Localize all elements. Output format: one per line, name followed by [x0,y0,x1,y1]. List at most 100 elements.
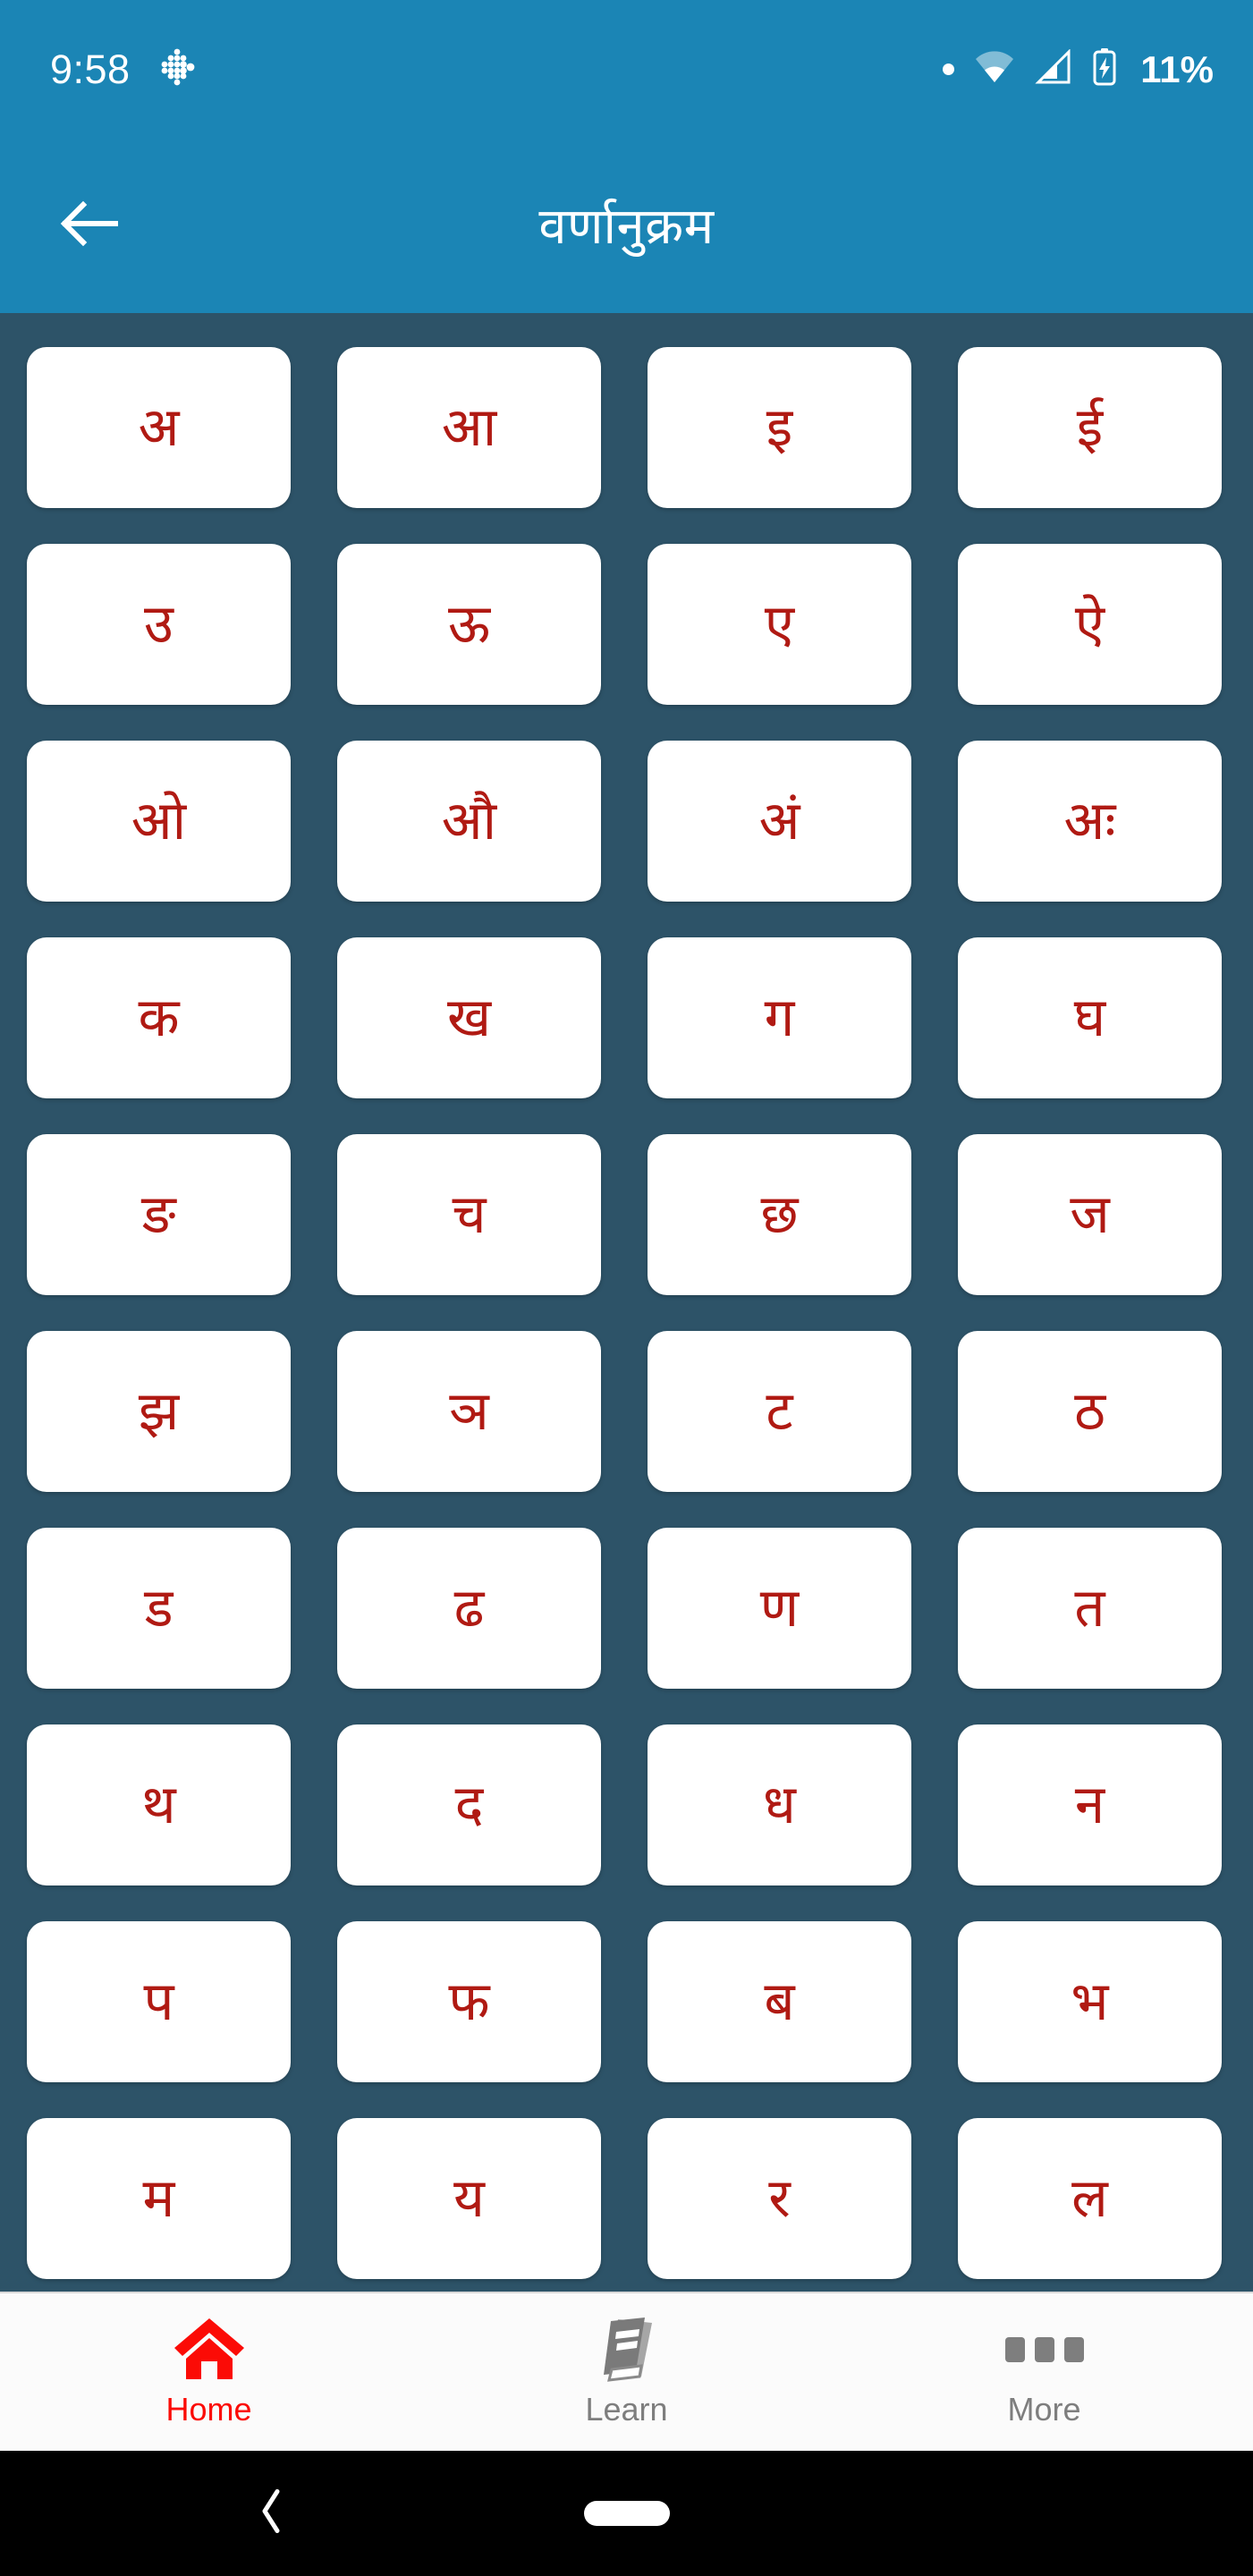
letter-card[interactable]: च [337,1134,601,1295]
fitbit-icon [157,47,197,91]
letter-card[interactable]: आ [337,347,601,508]
nav-label-home: Home [165,2391,252,2428]
letter-card[interactable]: इ [648,347,911,508]
letter-card[interactable]: घ [958,937,1222,1098]
letter-card-label: ञ [449,1381,489,1441]
letter-card[interactable]: झ [27,1331,291,1492]
home-icon [171,2313,248,2386]
gesture-home-pill[interactable] [583,2501,670,2526]
letter-card[interactable]: ध [648,1724,911,1885]
letter-card-label: ए [764,594,795,654]
letter-card[interactable]: र [648,2118,911,2279]
letter-card-label: ज [1070,1184,1110,1244]
letter-card-label: झ [138,1381,180,1441]
phone-screen: 9:58 11% वर्णानुक्रम अ आ इ ई उ ऊ ए ऐ ओ औ… [0,0,1253,2576]
letter-card-label: त [1074,1578,1105,1638]
letter-card-label: ण [759,1578,800,1638]
letter-card-label: भ [1071,1971,1109,2031]
letter-card[interactable]: त [958,1528,1222,1689]
letter-card-label: थ [141,1775,176,1835]
letter-card-label: आ [441,397,497,457]
letter-card-label: ढ [453,1578,485,1638]
letter-card[interactable]: औ [337,741,601,902]
battery-charging-icon [1092,47,1117,91]
letter-card-label: न [1074,1775,1105,1835]
letter-card[interactable]: ए [648,544,911,705]
letter-card[interactable]: फ [337,1921,601,2082]
letter-card-label: छ [760,1184,799,1244]
letter-card[interactable]: छ [648,1134,911,1295]
letter-card-label: ड [144,1578,174,1638]
status-bar-clock: 9:58 [50,46,131,92]
letter-card[interactable]: ङ [27,1134,291,1295]
letter-card[interactable]: ल [958,2118,1222,2279]
page-title: वर्णानुक्रम [538,197,715,254]
letter-card[interactable]: ड [27,1528,291,1689]
letter-card-label: ङ [141,1184,176,1244]
letter-card[interactable]: ठ [958,1331,1222,1492]
nav-item-home[interactable]: Home [0,2293,418,2426]
status-bar-left: 9:58 [50,47,197,93]
letter-card[interactable]: ञ [337,1331,601,1492]
letter-card[interactable]: उ [27,544,291,705]
letter-card[interactable]: अः [958,741,1222,902]
letter-card[interactable]: अं [648,741,911,902]
letter-card[interactable]: प [27,1921,291,2082]
letter-card-label: च [452,1184,487,1244]
letter-card-label: ब [764,1971,795,2031]
letter-card-label: फ [448,1971,490,2031]
system-gesture-bar [0,2451,1253,2576]
letter-card[interactable]: ब [648,1921,911,2082]
nav-label-more: More [1007,2391,1081,2428]
book-icon [591,2313,663,2386]
letter-card[interactable]: ई [958,347,1222,508]
dot-indicator-icon [943,64,955,75]
letter-card-label: प [143,1971,174,2031]
letter-card[interactable]: ण [648,1528,911,1689]
status-bar-right: 11% [943,47,1214,91]
letter-grid-scroll-area[interactable]: अ आ इ ई उ ऊ ए ऐ ओ औ अं अः क ख ग घ ङ च छ ज झ ञ ट ठ ड ढ ण त थ द ध न प फ ब भ म य… [0,313,1253,2292]
letter-card-label: ख [446,987,492,1047]
letter-card-label: अः [1063,791,1116,851]
wifi-icon [974,49,1015,89]
letter-card-label: ठ [1074,1381,1105,1441]
letter-card[interactable]: ज [958,1134,1222,1295]
letter-card[interactable]: ओ [27,741,291,902]
nav-item-more[interactable]: More [835,2293,1253,2426]
letter-card[interactable]: क [27,937,291,1098]
letter-card[interactable]: ऐ [958,544,1222,705]
letter-card-label: ऐ [1074,594,1105,654]
letter-card[interactable]: ट [648,1331,911,1492]
letter-card[interactable]: ख [337,937,601,1098]
letter-card[interactable]: अ [27,347,291,508]
nav-item-learn[interactable]: Learn [418,2293,835,2426]
letter-card-label: औ [441,791,497,851]
letter-card-label: ट [766,1381,793,1441]
more-dot [1063,2337,1084,2362]
cellular-signal-icon [1035,48,1072,89]
letter-card-label: ल [1071,2168,1108,2228]
letter-card[interactable]: न [958,1724,1222,1885]
letter-card[interactable]: थ [27,1724,291,1885]
letter-card[interactable]: द [337,1724,601,1885]
back-button[interactable] [47,183,132,269]
letter-card[interactable]: म [27,2118,291,2279]
gesture-back-icon[interactable] [259,2488,283,2539]
letter-card-label: अं [758,791,800,851]
letter-grid: अ आ इ ई उ ऊ ए ऐ ओ औ अं अः क ख ग घ ङ च छ ज झ ञ ट ठ ड ढ ण त थ द ध न प फ ब भ म य… [0,313,1253,2279]
letter-card-label: अ [138,397,180,457]
letter-card-label: घ [1073,987,1106,1047]
letter-card[interactable]: य [337,2118,601,2279]
letter-card-label: र [768,2168,791,2228]
letter-card-label: य [453,2168,485,2228]
letter-card[interactable]: भ [958,1921,1222,2082]
letter-card-label: ओ [131,791,187,851]
battery-percent-label: 11% [1140,47,1214,90]
letter-card[interactable]: ऊ [337,544,601,705]
letter-card-label: द [454,1775,484,1835]
app-bar: वर्णानुक्रम [0,139,1253,313]
letter-card[interactable]: ढ [337,1528,601,1689]
more-dot [1034,2337,1054,2362]
letter-card[interactable]: ग [648,937,911,1098]
nav-label-learn: Learn [585,2391,668,2428]
